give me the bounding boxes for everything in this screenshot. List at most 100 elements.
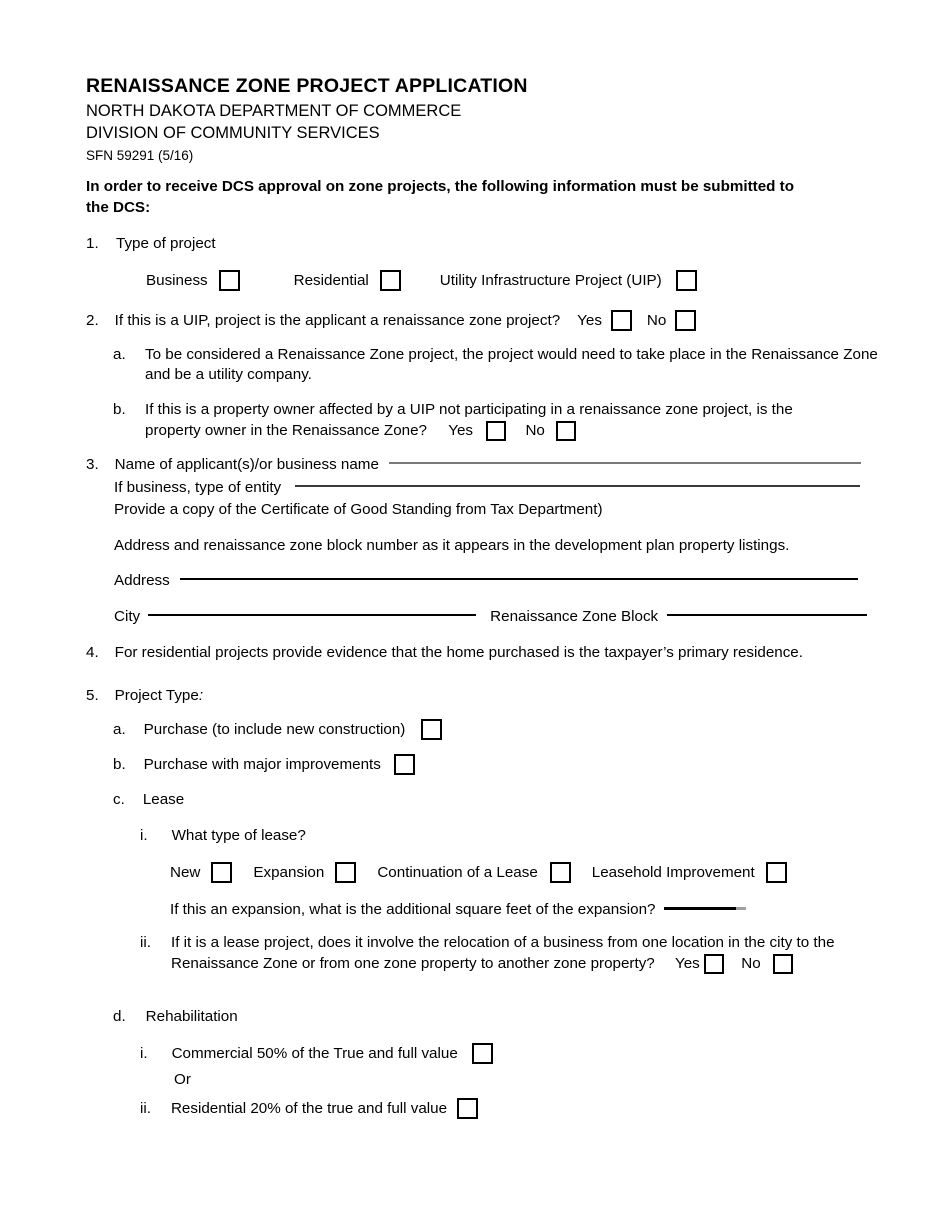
form-page: RENAISSANCE ZONE PROJECT APPLICATION NOR… (0, 0, 950, 1230)
option-label-uip: Utility Infrastructure Project (UIP) (439, 271, 662, 289)
question-5d-text: Rehabilitation (145, 1008, 238, 1025)
question-2b-text-line2: property owner in the Renaissance Zone? (145, 422, 427, 440)
question-5d-ii: ii. Residential 20% of the true and full… (140, 1098, 479, 1119)
expansion-sqft-question: If this an expansion, what is the additi… (170, 901, 656, 918)
question-3-address-label: Address (114, 572, 170, 589)
option-label-new: New (170, 863, 201, 881)
expansion-sqft-input[interactable] (664, 907, 737, 910)
rehab-or-label: Or (174, 1071, 191, 1088)
question-5d-i-text: Commercial 50% of the True and full valu… (171, 1044, 458, 1062)
question-1-options: Business Residential Utility Infrastruct… (146, 270, 697, 291)
question-5c-ii: ii. If it is a lease project, does it in… (140, 933, 880, 974)
question-2a-marker: a. (113, 346, 126, 363)
question-3-block-input[interactable] (667, 614, 868, 616)
option-label-continuation: Continuation of a Lease (377, 863, 538, 881)
checkbox-5c-ii-yes[interactable] (704, 954, 725, 974)
question-5a-text: Purchase (to include new construction) (143, 720, 406, 738)
lease-type-options: New Expansion Continuation of a Lease Le… (170, 862, 787, 883)
question-5c-marker: c. (113, 791, 125, 808)
question-5d-marker: d. (113, 1008, 126, 1025)
question-2-no-label: No (646, 311, 667, 329)
expansion-sqft-input-tail (736, 907, 747, 910)
checkbox-uip[interactable] (675, 270, 697, 291)
question-3-address-input[interactable] (179, 578, 858, 580)
question-3-address-note: Address and renaissance zone block numbe… (114, 537, 790, 554)
checkbox-5c-ii-no[interactable] (772, 954, 793, 974)
question-5-text: Project Type (114, 687, 199, 704)
question-1-text: Type of project (116, 235, 216, 252)
question-2b-text-line1: If this is a property owner affected by … (145, 401, 793, 418)
page-title: RENAISSANCE ZONE PROJECT APPLICATION (86, 75, 528, 97)
question-1-number: 1. (86, 235, 99, 252)
checkbox-q2b-yes[interactable] (486, 421, 507, 441)
question-5c-ii-text-line1: If it is a lease project, does it involv… (171, 934, 835, 951)
question-3-city-row: City Renaissance Zone Block (114, 607, 868, 627)
checkbox-lease-expansion[interactable] (335, 862, 357, 883)
question-5d-i-marker: i. (140, 1044, 148, 1062)
question-5c-ii-yes-label: Yes (675, 955, 700, 973)
question-3-city-input[interactable] (148, 614, 477, 616)
question-2b-marker: b. (113, 401, 126, 418)
question-3-name-input[interactable] (388, 462, 861, 464)
question-5d-i: i. Commercial 50% of the True and full v… (140, 1043, 493, 1064)
question-5c: c. Lease (113, 790, 184, 810)
question-5c-i-marker: i. (140, 827, 148, 844)
question-2a: a. To be considered a Renaissance Zone p… (113, 345, 878, 385)
question-2b-yes-label: Yes (448, 422, 473, 440)
question-5a: a. Purchase (to include new construction… (113, 719, 443, 740)
question-4-text: For residential projects provide evidenc… (114, 644, 803, 661)
checkbox-leasehold-improvement[interactable] (765, 862, 787, 883)
question-5b-marker: b. (113, 755, 126, 773)
question-2b-no-label: No (525, 422, 545, 440)
intro-paragraph: In order to receive DCS approval on zone… (86, 178, 794, 216)
checkbox-business[interactable] (218, 270, 240, 291)
question-5d: d. Rehabilitation (113, 1007, 238, 1027)
question-1: 1. Type of project (86, 234, 886, 254)
question-3-entity-row: If business, type of entity (114, 478, 861, 498)
question-5d-ii-text: Residential 20% of the true and full val… (170, 1099, 448, 1117)
question-5b: b. Purchase with major improvements (113, 754, 415, 775)
checkbox-q2b-no[interactable] (556, 421, 577, 441)
option-label-residential: Residential (293, 271, 369, 289)
checkbox-residential[interactable] (379, 270, 401, 291)
checkbox-lease-new[interactable] (211, 862, 233, 883)
question-3-entity-label: If business, type of entity (114, 479, 282, 496)
checkbox-rehab-commercial[interactable] (471, 1043, 493, 1064)
question-3-certificate-note: Provide a copy of the Certificate of Goo… (114, 501, 603, 518)
question-3-name-row: 3. Name of applicant(s)/or business name (86, 455, 861, 475)
option-label-leasehold-improvement: Leasehold Improvement (591, 863, 755, 881)
question-3-block-label: Renaissance Zone Block (490, 608, 659, 625)
question-2-yes-label: Yes (577, 311, 602, 329)
form-number: SFN 59291 (5/16) (86, 148, 194, 163)
document-header: RENAISSANCE ZONE PROJECT APPLICATION NOR… (86, 74, 886, 165)
option-label-business: Business (146, 271, 208, 289)
question-3-entity-input[interactable] (295, 485, 861, 487)
checkbox-purchase-major-improvements[interactable] (393, 754, 415, 775)
question-3-number: 3. (86, 456, 99, 473)
checkbox-purchase-new-construction[interactable] (421, 719, 443, 740)
checkbox-q2-no[interactable] (675, 310, 697, 331)
checkbox-lease-continuation[interactable] (549, 862, 571, 883)
agency-name: NORTH DAKOTA DEPARTMENT OF COMMERCE (86, 102, 462, 120)
question-3-address-row: Address (114, 571, 858, 591)
question-5b-text: Purchase with major improvements (143, 755, 381, 773)
question-5-colon: : (198, 687, 204, 704)
checkbox-rehab-residential[interactable] (457, 1098, 479, 1119)
question-5c-i: i. What type of lease? (140, 826, 306, 846)
question-5: 5. Project Type : (86, 686, 203, 706)
question-3-name-label: Name of applicant(s)/or business name (114, 456, 379, 473)
checkbox-q2-yes[interactable] (610, 310, 632, 331)
question-5a-marker: a. (113, 720, 126, 738)
question-2-text: If this is a UIP, project is the applica… (114, 311, 561, 329)
question-2b: b. If this is a property owner affected … (113, 400, 878, 441)
question-5c-i-question: What type of lease? (171, 827, 306, 844)
option-label-expansion: Expansion (253, 863, 325, 881)
question-2a-text: To be considered a Renaissance Zone proj… (145, 346, 878, 383)
expansion-sqft-row: If this an expansion, what is the additi… (170, 900, 747, 920)
question-5-number: 5. (86, 687, 99, 704)
question-3-city-label: City (114, 608, 141, 625)
division-name: DIVISION OF COMMUNITY SERVICES (86, 124, 380, 142)
question-4: 4. For residential projects provide evid… (86, 643, 803, 663)
question-5d-ii-marker: ii. (140, 1099, 151, 1117)
question-4-number: 4. (86, 644, 99, 661)
